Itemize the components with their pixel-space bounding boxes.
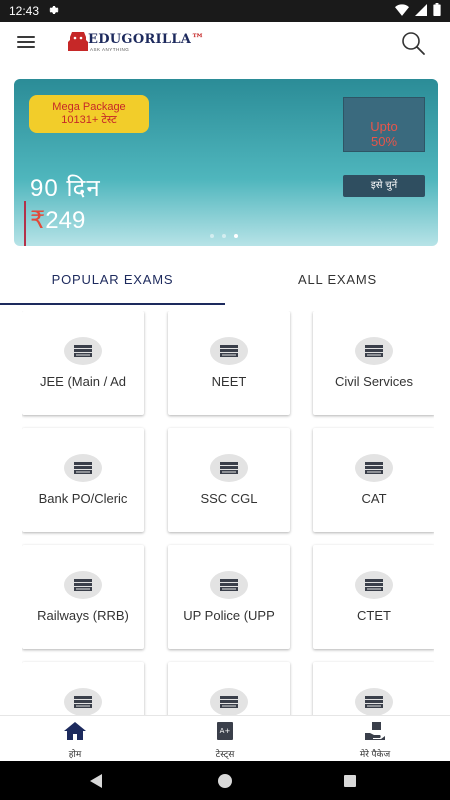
carousel-dot-active[interactable]	[234, 234, 238, 238]
banner-edge	[24, 201, 26, 246]
books-icon	[64, 688, 102, 715]
exam-card-label: CAT	[361, 491, 387, 506]
books-icon	[210, 688, 248, 715]
exam-card-label: Railways (RRB)	[37, 608, 129, 623]
home-circle-icon[interactable]	[218, 774, 232, 788]
choose-button[interactable]: इसे चुनें	[343, 175, 425, 197]
package-price: ₹249	[30, 206, 85, 235]
books-icon	[355, 454, 393, 482]
menu-icon[interactable]	[17, 36, 35, 48]
app-logo: EDUGORILLA™ ASK ANYTHING	[68, 30, 205, 56]
exam-card[interactable]	[168, 662, 290, 715]
gorilla-icon	[68, 32, 88, 51]
tab-all-exams[interactable]: ALL EXAMS	[225, 260, 450, 305]
nav-home[interactable]: होम	[0, 716, 150, 761]
exam-card-label: Bank PO/Cleric	[38, 491, 128, 506]
system-nav-bar	[0, 761, 450, 800]
books-icon	[64, 454, 102, 482]
discount-box: Upto 50%	[343, 97, 425, 152]
package-duration: 90 दिन	[30, 175, 101, 202]
exam-card-label: CTET	[357, 608, 391, 623]
logo-main: EDUGORILLA	[88, 32, 192, 47]
tab-popular-exams[interactable]: POPULAR EXAMS	[0, 260, 225, 305]
books-icon	[355, 337, 393, 365]
books-icon	[64, 337, 102, 365]
carousel-dot[interactable]	[210, 234, 214, 238]
exam-card[interactable]: CTET	[313, 545, 434, 649]
promo-banner[interactable]: Mega Package 10131+ टेस्ट Upto 50% 90 दि…	[14, 79, 438, 246]
app-bar: EDUGORILLA™ ASK ANYTHING	[0, 22, 450, 64]
books-icon	[355, 688, 393, 715]
logo-trademark: ™	[191, 32, 205, 47]
books-icon	[210, 337, 248, 365]
exam-card[interactable]: NEET	[168, 311, 290, 415]
currency-symbol: ₹	[30, 207, 46, 234]
exam-grid: JEE (Main / Ad NEET Civil Services Bank PO/…	[22, 311, 434, 715]
exam-card-label: Civil Services	[334, 374, 413, 389]
exam-card-label: UP Police (UPP	[183, 608, 275, 623]
tests-icon: A+	[217, 722, 233, 745]
status-bar: 12:43	[0, 0, 450, 22]
price-value: 249	[45, 207, 86, 234]
nav-home-label: होम	[68, 749, 82, 759]
home-icon	[64, 722, 86, 745]
search-icon[interactable]	[400, 30, 426, 56]
bottom-nav: होम A+ टेस्ट्स मेरे पैकेज	[0, 715, 450, 761]
package-icon	[365, 722, 385, 745]
discount-upto: Upto	[370, 119, 398, 134]
nav-my-packages-label: मेरे पैकेज	[359, 749, 391, 759]
exam-card[interactable]: UP Police (UPP	[168, 545, 290, 649]
package-title: Mega Package	[52, 101, 126, 113]
logo-tagline: ASK ANYTHING	[90, 47, 130, 52]
exam-card-label: NEET	[211, 374, 247, 389]
discount-percent: 50%	[370, 134, 398, 149]
gear-icon	[47, 4, 59, 19]
exam-card[interactable]	[22, 662, 144, 715]
exam-card[interactable]: Bank PO/Cleric	[22, 428, 144, 532]
exam-card-label: SSC CGL	[200, 491, 258, 506]
wifi-icon	[395, 3, 409, 19]
nav-tests[interactable]: A+ टेस्ट्स	[150, 716, 300, 761]
recents-icon[interactable]	[344, 775, 356, 787]
package-test-count: 10131+ टेस्ट	[61, 114, 117, 126]
signal-icon	[415, 3, 427, 19]
nav-tests-label: टेस्ट्स	[215, 749, 235, 759]
books-icon	[64, 571, 102, 599]
books-icon	[355, 571, 393, 599]
exam-card[interactable]: SSC CGL	[168, 428, 290, 532]
battery-icon	[433, 3, 441, 19]
exam-card[interactable]: CAT	[313, 428, 434, 532]
carousel-dot[interactable]	[222, 234, 226, 238]
books-icon	[210, 571, 248, 599]
back-icon[interactable]	[90, 774, 102, 788]
exam-card[interactable]: Civil Services	[313, 311, 434, 415]
exam-tabs: POPULAR EXAMS ALL EXAMS	[0, 260, 450, 305]
exam-card[interactable]: Railways (RRB)	[22, 545, 144, 649]
books-icon	[210, 454, 248, 482]
exam-card[interactable]: JEE (Main / Ad	[22, 311, 144, 415]
svg-text:A+: A+	[220, 727, 231, 735]
package-badge: Mega Package 10131+ टेस्ट	[29, 95, 149, 133]
exam-card[interactable]	[313, 662, 434, 715]
exam-card-label: JEE (Main / Ad	[40, 374, 126, 389]
carousel-indicator	[210, 234, 238, 238]
status-time: 12:43	[9, 4, 40, 18]
nav-my-packages[interactable]: मेरे पैकेज	[300, 716, 450, 761]
